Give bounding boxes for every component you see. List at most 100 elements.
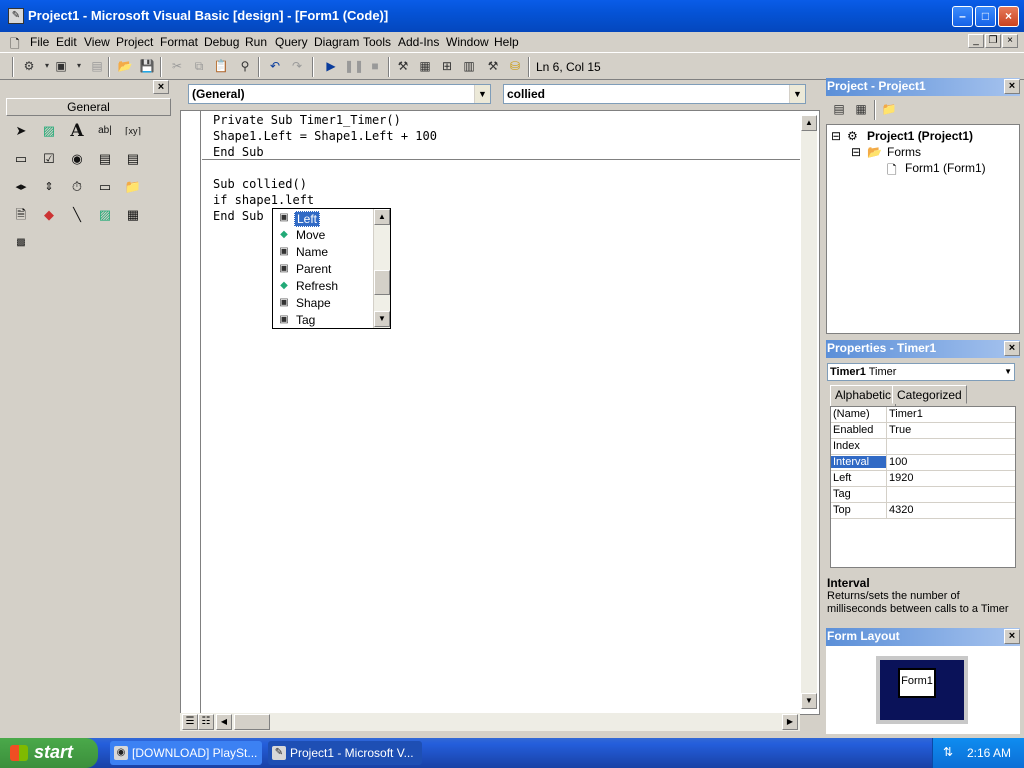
list-item[interactable]: ◆ Move <box>275 227 371 244</box>
data-tool-icon[interactable]: ▦ <box>122 204 144 226</box>
autocomplete-scrollbar[interactable]: ▲ ▼ <box>373 209 390 328</box>
label-tool-icon[interactable]: A <box>66 120 88 142</box>
mdi-minimize-button[interactable]: _ <box>968 34 984 48</box>
data-view-icon[interactable]: ⛁ <box>506 57 524 75</box>
mdi-close-button[interactable]: × <box>1002 34 1018 48</box>
picturebox-tool-icon[interactable]: ▨ <box>38 120 60 142</box>
toolbox-general-tab[interactable]: General <box>6 98 171 116</box>
table-row[interactable]: Enabled True <box>831 423 1015 439</box>
code-line[interactable]: Private Sub Timer1_Timer() <box>213 113 401 127</box>
save-icon[interactable]: 💾 <box>138 57 156 75</box>
scroll-down-icon[interactable]: ▼ <box>374 311 390 327</box>
horizontal-scrollbar[interactable]: ☰ ☷ ◀ ▶ <box>180 713 800 731</box>
add-form-dropdown-icon[interactable]: ▾ <box>70 57 88 75</box>
form-layout-panel-header[interactable]: Form Layout × <box>826 628 1020 646</box>
project-close-button[interactable]: × <box>1004 79 1020 94</box>
listbox-tool-icon[interactable]: ▤ <box>122 148 144 170</box>
add-project-icon[interactable]: ⚙ <box>20 57 38 75</box>
scroll-down-icon[interactable]: ▼ <box>801 693 817 709</box>
table-row[interactable]: Left 1920 <box>831 471 1015 487</box>
autocomplete-list[interactable]: ▣ Left ◆ Move ▣ Name ▣ Parent ◆ Refresh … <box>272 208 391 329</box>
toolbox-tools-icon[interactable]: ⚒ <box>484 57 502 75</box>
hscrollbar-tool-icon[interactable]: ◂▸ <box>10 176 32 198</box>
menu-tools[interactable]: Tools <box>363 35 391 49</box>
vb-app-icon[interactable]: ✎ <box>8 8 24 24</box>
project-explorer-icon[interactable]: ⚒ <box>394 57 412 75</box>
menu-help[interactable]: Help <box>494 35 519 49</box>
list-item[interactable]: ◆ Refresh <box>275 278 371 295</box>
menu-add-ins[interactable]: Add-Ins <box>398 35 439 49</box>
taskbar-item-download[interactable]: ◉ [DOWNLOAD] PlaySt... <box>110 741 262 765</box>
image-tool-icon[interactable]: ▨ <box>94 204 116 226</box>
taskbar-item-vb-project[interactable]: ✎ Project1 - Microsoft V... <box>268 741 422 765</box>
properties-close-button[interactable]: × <box>1004 341 1020 356</box>
combobox-tool-icon[interactable]: ▤ <box>94 148 116 170</box>
scroll-thumb[interactable] <box>234 714 270 730</box>
code-editor[interactable]: Private Sub Timer1_Timer() Shape1.Left =… <box>180 110 820 715</box>
menu-diagram[interactable]: Diagram <box>314 35 359 49</box>
code-line[interactable]: Shape1.Left = Shape1.Left + 100 <box>213 129 437 143</box>
open-folder-icon[interactable]: 📂 <box>116 57 134 75</box>
list-item[interactable]: ▣ Name <box>275 244 371 261</box>
pointer-tool-icon[interactable]: ➤ <box>10 120 32 142</box>
scroll-up-icon[interactable]: ▲ <box>801 115 817 131</box>
table-row[interactable]: Tag <box>831 487 1015 503</box>
minimize-button[interactable]: – <box>952 6 973 27</box>
menu-run[interactable]: Run <box>245 35 267 49</box>
form-layout-close-button[interactable]: × <box>1004 629 1020 644</box>
timer-tool-icon[interactable]: ⏱ <box>66 176 88 198</box>
tab-alphabetic[interactable]: Alphabetic <box>830 385 897 406</box>
menu-editor-icon[interactable]: ▤ <box>88 57 106 75</box>
redo-icon[interactable]: ↷ <box>288 57 306 75</box>
project-panel-header[interactable]: Project - Project1 × <box>826 78 1020 96</box>
view-code-icon[interactable]: ▤ <box>830 100 848 118</box>
collapse-icon[interactable]: ⊟ <box>831 129 841 143</box>
property-grid[interactable]: (Name) Timer1 Enabled True Index Interva… <box>830 406 1016 568</box>
menu-view[interactable]: View <box>84 35 110 49</box>
start-button[interactable]: start <box>0 738 98 768</box>
table-row[interactable]: Top 4320 <box>831 503 1015 519</box>
code-line[interactable]: if shape1.left <box>213 193 314 207</box>
add-form-icon[interactable]: ▣ <box>52 57 70 75</box>
checkbox-tool-icon[interactable]: ☑ <box>38 148 60 170</box>
form-position-preview[interactable]: Form1 <box>898 668 936 698</box>
maximize-button[interactable]: □ <box>975 6 996 27</box>
scroll-up-icon[interactable]: ▲ <box>374 209 390 225</box>
shape-tool-icon[interactable]: ◆ <box>38 204 60 226</box>
code-line[interactable]: End Sub <box>213 209 264 223</box>
find-binoculars-icon[interactable]: ⚲ <box>236 57 254 75</box>
form-layout-icon[interactable]: ⊞ <box>438 57 456 75</box>
chevron-down-icon[interactable]: ▼ <box>1004 364 1012 380</box>
object-combo[interactable]: (General) ▼ <box>188 84 491 104</box>
vertical-scrollbar[interactable]: ▲ ▼ <box>801 115 817 709</box>
chevron-down-icon[interactable]: ▼ <box>474 85 490 103</box>
ole-tool-icon[interactable]: ▩ <box>10 232 32 254</box>
full-module-view-icon[interactable]: ☷ <box>198 714 214 730</box>
mdi-restore-button[interactable]: ❐ <box>985 34 1001 48</box>
procedure-combo[interactable]: collied ▼ <box>503 84 806 104</box>
tree-node-forms[interactable]: Forms <box>887 145 921 159</box>
table-row[interactable]: (Name) Timer1 <box>831 407 1015 423</box>
table-row[interactable]: Interval 100 <box>831 455 1015 471</box>
textbox-tool-icon[interactable]: ab| <box>94 120 116 142</box>
network-icon[interactable]: ⇅ <box>943 745 953 759</box>
end-stop-icon[interactable]: ■ <box>366 57 384 75</box>
undo-icon[interactable]: ↶ <box>266 57 284 75</box>
start-run-icon[interactable]: ▶ <box>322 57 340 75</box>
object-browser-icon[interactable]: ▥ <box>460 57 478 75</box>
optionbutton-tool-icon[interactable]: ◉ <box>66 148 88 170</box>
menu-query[interactable]: Query <box>275 35 308 49</box>
drivelistbox-tool-icon[interactable]: ▭ <box>94 176 116 198</box>
code-line[interactable]: Sub collied() <box>213 177 307 191</box>
toggle-folders-icon[interactable]: 📁 <box>880 100 898 118</box>
close-button[interactable]: × <box>998 6 1019 27</box>
list-item[interactable]: ▣ Left <box>275 210 371 227</box>
menu-debug[interactable]: Debug <box>204 35 239 49</box>
project-tree[interactable]: ⊟ ⚙ Project1 (Project1) ⊟ 📂 Forms 🗋 Form… <box>826 124 1020 334</box>
tree-node-project[interactable]: Project1 (Project1) <box>867 129 973 143</box>
menu-format[interactable]: Format <box>160 35 198 49</box>
cut-icon[interactable]: ✂ <box>168 57 186 75</box>
list-item[interactable]: ▣ Shape <box>275 295 371 312</box>
clock[interactable]: 2:16 AM <box>967 746 1011 760</box>
line-tool-icon[interactable]: ╲ <box>66 204 88 226</box>
